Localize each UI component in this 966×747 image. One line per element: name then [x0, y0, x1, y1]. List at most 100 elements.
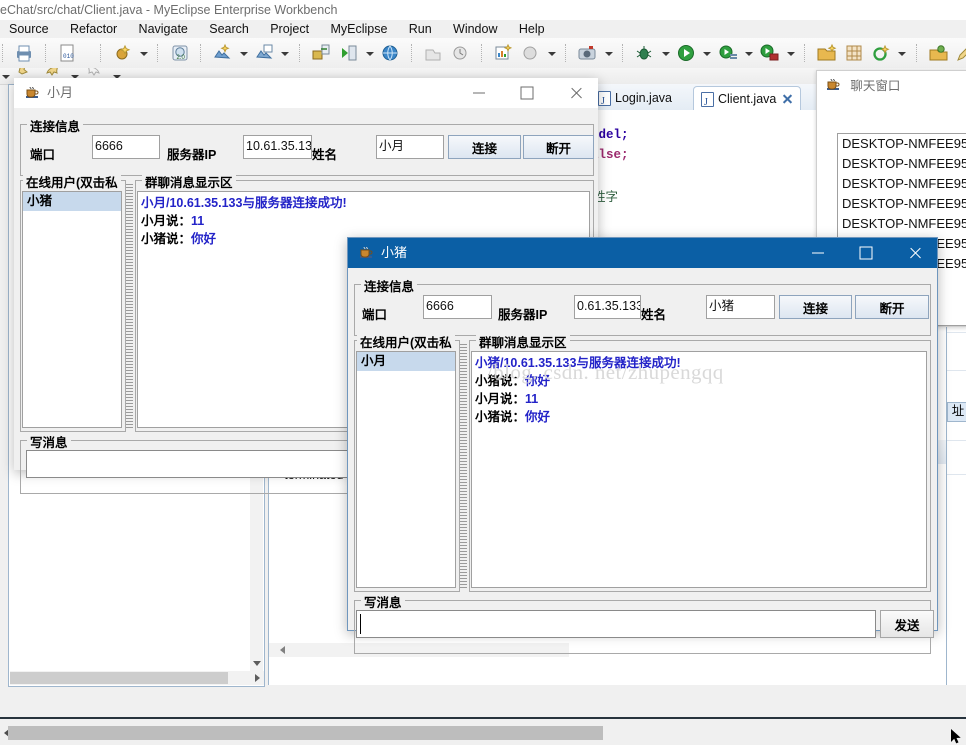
close-icon[interactable]: [782, 94, 792, 104]
port-input[interactable]: 6666: [92, 135, 160, 159]
debug-icon[interactable]: [633, 42, 655, 64]
outline-selected-label: 址: [951, 404, 965, 418]
open-image-dropdown-icon[interactable]: [279, 42, 290, 64]
menu-item-project[interactable]: Project: [261, 20, 318, 38]
maximize-button[interactable]: [505, 78, 550, 108]
web20-icon[interactable]: 2.0: [169, 42, 191, 64]
list-item[interactable]: 小猪: [23, 192, 121, 211]
online-users-list[interactable]: 小猪: [22, 191, 122, 428]
new-table-icon[interactable]: [843, 42, 865, 64]
scroll-left-icon[interactable]: [275, 644, 289, 656]
connect-button[interactable]: 连接: [779, 295, 852, 319]
name-input[interactable]: 小猪: [706, 295, 775, 319]
outline-selected-item[interactable]: 址: [947, 402, 966, 422]
chat-window-titlebar[interactable]: 聊天窗口: [817, 71, 966, 101]
menu-item-navigate[interactable]: Navigate: [130, 20, 197, 38]
client-dialog-xiaozhu[interactable]: 小猪 连接信息 端口 6666 服务器IP 0.61.35.133 姓名 小猪 …: [347, 237, 938, 654]
name-input[interactable]: 小月: [376, 135, 444, 159]
text-caret: [360, 614, 361, 634]
serverip-label: 服务器IP: [498, 308, 548, 322]
toolbar-separator: [480, 44, 483, 62]
list-item[interactable]: DESKTOP-NMFEE95/1: [838, 214, 966, 234]
run-dropdown-icon[interactable]: [701, 42, 712, 64]
close-button[interactable]: [892, 238, 937, 268]
globe-icon[interactable]: [379, 42, 401, 64]
dialog-titlebar[interactable]: 小月: [14, 78, 598, 108]
camera-icon[interactable]: [576, 42, 598, 64]
connect-button[interactable]: 连接: [448, 135, 521, 159]
run-history-icon[interactable]: [717, 42, 739, 64]
preview-dropdown-icon[interactable]: [546, 42, 557, 64]
menu-item-help[interactable]: Help: [510, 20, 554, 38]
deploy-icon[interactable]: [310, 42, 332, 64]
menu-item-run[interactable]: Run: [400, 20, 441, 38]
list-item[interactable]: DESKTOP-NMFEE95/1: [838, 134, 966, 154]
history-icon[interactable]: [449, 42, 471, 64]
serverip-input[interactable]: 0.61.35.133: [574, 295, 641, 319]
toolbar-separator: [804, 44, 806, 62]
new-connection-dropdown-icon[interactable]: [896, 42, 907, 64]
maximize-button[interactable]: [844, 238, 889, 268]
new-connection-icon[interactable]: [870, 42, 892, 64]
print-icon[interactable]: [13, 42, 35, 64]
export-icon[interactable]: [422, 42, 444, 64]
window-controls: [795, 238, 937, 268]
binary-file-icon[interactable]: 010: [56, 42, 78, 64]
message-input[interactable]: [356, 610, 876, 638]
new-wizard-dropdown-icon[interactable]: [138, 42, 149, 64]
menu-item-window[interactable]: Window: [444, 20, 506, 38]
send-button[interactable]: 发送: [880, 610, 934, 638]
list-item[interactable]: DESKTOP-NMFEE95/1: [838, 174, 966, 194]
new-jsp-dropdown-icon[interactable]: [238, 42, 249, 64]
group-messages-area[interactable]: 小猪/10.61.35.133与服务器连接成功! 小猪说：你好 小月说：11 小…: [471, 351, 927, 588]
split-divider[interactable]: [126, 184, 133, 430]
message-sender: 小月说：: [475, 392, 526, 406]
online-users-list[interactable]: 小月: [356, 351, 456, 588]
workbench-bottom-scrollbar[interactable]: [0, 721, 966, 745]
run-history-dropdown-icon[interactable]: [743, 42, 754, 64]
open-image-icon[interactable]: [253, 42, 275, 64]
minimize-button[interactable]: [795, 238, 840, 268]
package-explorer-hscrollbar[interactable]: [10, 671, 250, 685]
menu-bar: Source Refactor Navigate Search Project …: [0, 20, 966, 38]
dialog-titlebar[interactable]: 小猪: [348, 238, 937, 268]
toolbar-overflow-icon[interactable]: [0, 68, 11, 84]
minimize-button[interactable]: [456, 78, 501, 108]
disconnect-button[interactable]: 断开: [523, 135, 594, 159]
list-item[interactable]: DESKTOP-NMFEE95/1: [838, 194, 966, 214]
editor-tab-login[interactable]: Login.java: [591, 86, 680, 114]
camera-dropdown-icon[interactable]: [603, 42, 614, 64]
scroll-down-icon[interactable]: [250, 656, 263, 670]
close-button[interactable]: [553, 78, 598, 108]
run-server-icon[interactable]: [338, 42, 360, 64]
run-config-icon[interactable]: [758, 42, 780, 64]
chat-window-title: 聊天窗口: [850, 79, 901, 93]
preview-icon[interactable]: [519, 42, 541, 64]
editor-tab-client[interactable]: Client.java: [693, 86, 802, 115]
hscroll-thumb[interactable]: [8, 726, 603, 740]
toolbar-separator: [298, 44, 301, 62]
new-folder-icon[interactable]: [815, 42, 837, 64]
menu-item-refactor[interactable]: Refactor: [61, 20, 126, 38]
scroll-right-icon[interactable]: [250, 671, 264, 685]
toolbar-separator: [2, 44, 4, 62]
run-icon[interactable]: [675, 42, 697, 64]
run-server-dropdown-icon[interactable]: [364, 42, 375, 64]
menu-item-source[interactable]: Source: [0, 20, 58, 38]
disconnect-button[interactable]: 断开: [855, 295, 929, 319]
pencil-icon[interactable]: [954, 42, 966, 64]
open-package-icon[interactable]: [927, 42, 949, 64]
new-wizard-icon[interactable]: [112, 42, 134, 64]
hscroll-thumb[interactable]: [10, 672, 228, 684]
debug-dropdown-icon[interactable]: [660, 42, 671, 64]
new-jsp-wizard-icon[interactable]: [211, 42, 233, 64]
serverip-input[interactable]: 10.61.35.133: [243, 135, 312, 159]
list-item[interactable]: DESKTOP-NMFEE95/1: [838, 154, 966, 174]
run-config-dropdown-icon[interactable]: [785, 42, 796, 64]
menu-item-search[interactable]: Search: [200, 20, 258, 38]
port-input[interactable]: 6666: [423, 295, 492, 319]
menu-item-myeclipse[interactable]: MyEclipse: [321, 20, 396, 38]
list-item[interactable]: 小月: [357, 352, 455, 371]
split-divider[interactable]: [460, 344, 467, 590]
new-report-icon[interactable]: [492, 42, 514, 64]
